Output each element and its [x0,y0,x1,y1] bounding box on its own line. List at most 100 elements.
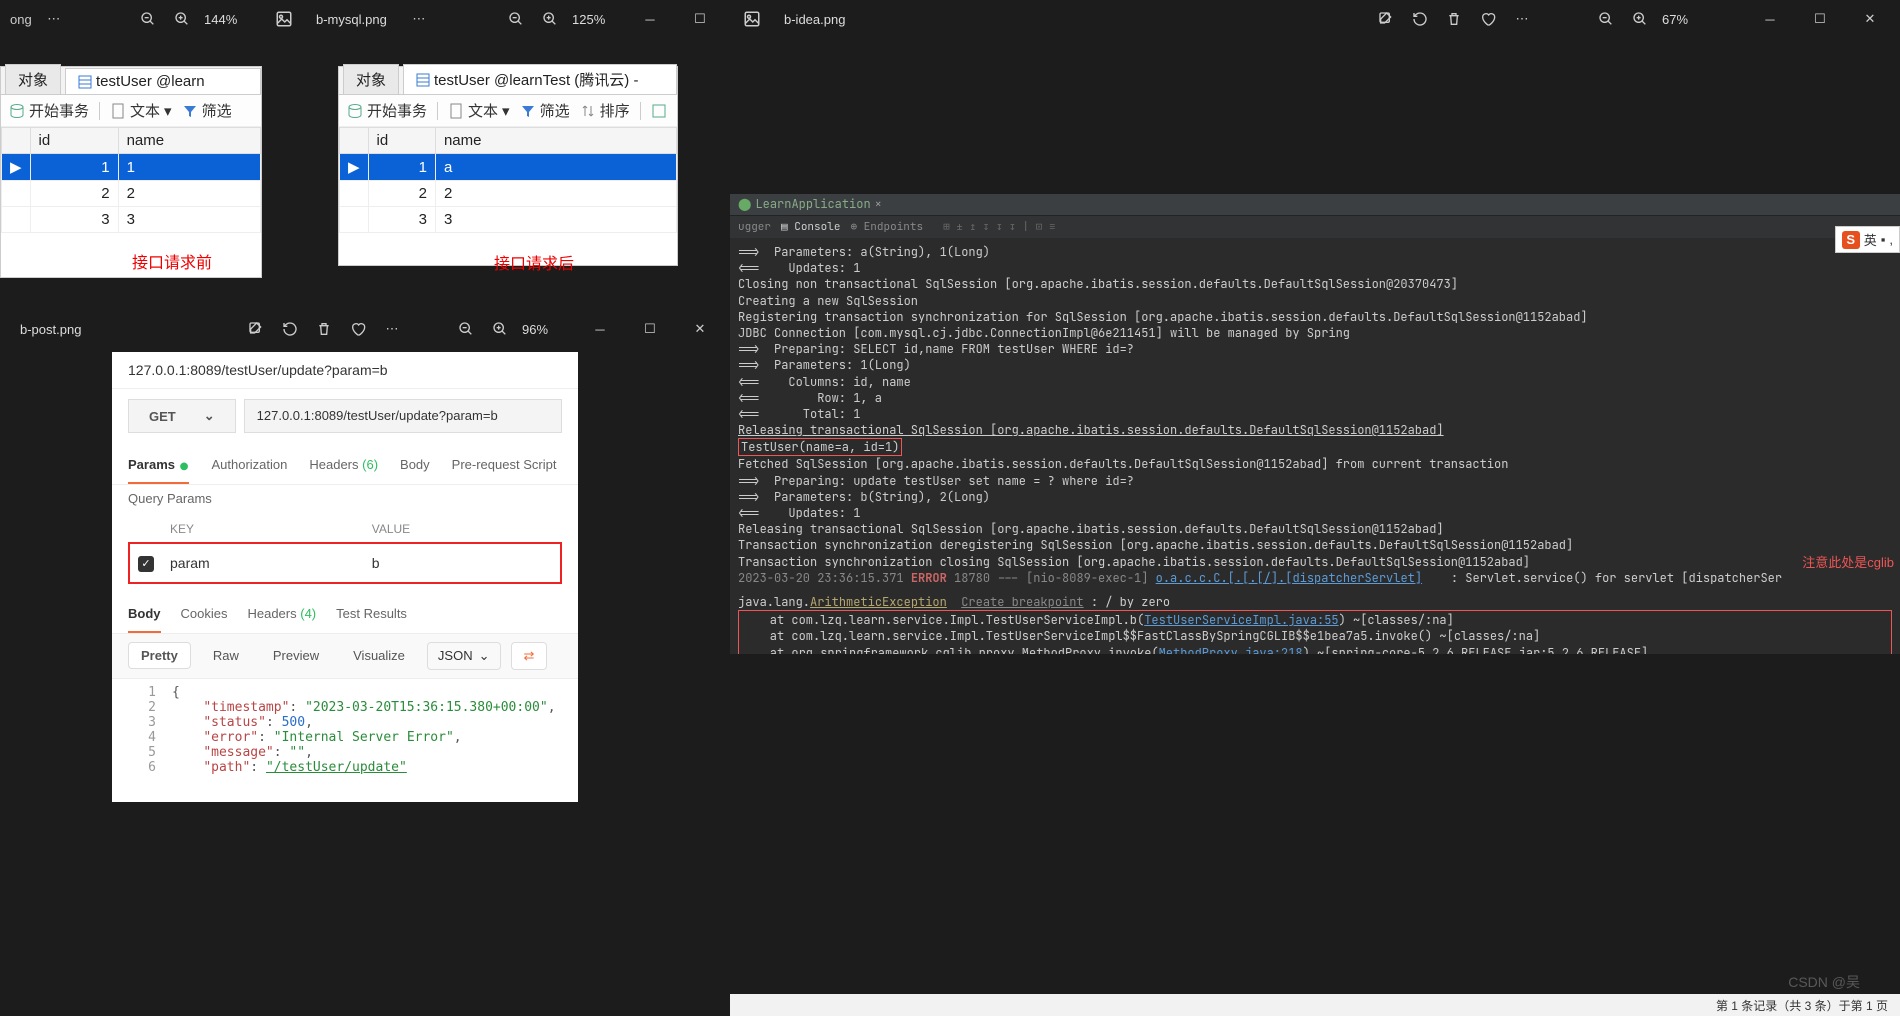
zoom-value: 125% [572,12,620,27]
checkbox-icon[interactable]: ✓ [138,556,154,572]
minimize-button[interactable]: ─ [630,4,670,34]
zoom-out-icon[interactable] [136,7,160,31]
filter-button[interactable]: 筛选 [182,100,232,121]
more-icon[interactable]: ⋯ [1510,7,1534,31]
run-config-tab[interactable]: ⬤ LearnApplication × [738,196,882,212]
view-preview[interactable]: Preview [261,643,331,668]
resp-headers-tab[interactable]: Headers (4) [247,600,316,633]
resp-tests-tab[interactable]: Test Results [336,600,407,633]
resp-cookies-tab[interactable]: Cookies [181,600,228,633]
filter-icon [520,103,536,119]
more-icon[interactable]: ⋯ [42,7,66,31]
wrap-button[interactable]: ⇄ [511,642,548,670]
url-input[interactable]: 127.0.0.1:8089/testUser/update?param=b [244,399,562,433]
zoom-out-icon[interactable] [454,317,478,341]
file-icon [448,103,464,119]
param-value[interactable]: b [364,543,561,583]
filter-button[interactable]: 筛选 [520,100,570,121]
ime-indicator[interactable]: S 英 ▪, [1835,226,1900,253]
col-name[interactable]: name [435,128,676,154]
zoom-in-icon[interactable] [1628,7,1652,31]
tab-object[interactable]: 对象 [5,64,61,94]
tab-table[interactable]: testUser @learnTest (腾讯云) - [403,64,677,94]
param-key[interactable]: param [162,543,364,583]
tab-prerequest[interactable]: Pre-request Script [452,451,557,484]
zoom-in-icon[interactable] [488,317,512,341]
sort-button[interactable]: 排序 [580,100,630,121]
annotation-before: 接口请求前 [132,249,212,273]
console-tab[interactable]: ▤ Console [781,220,840,235]
more-icon[interactable]: ⋯ [407,7,431,31]
data-grid[interactable]: idname ▶1a 22 33 [339,127,677,233]
console-output[interactable]: ==> Parameters: a(String), 1(Long)<== Up… [730,238,1900,654]
json-response[interactable]: 1{ 2 "timestamp": "2023-03-20T15:36:15.3… [112,679,578,781]
table-row[interactable]: 22 [340,181,677,207]
zoom-value: 67% [1662,12,1710,27]
data-grid[interactable]: idname ▶11 22 33 [1,127,261,233]
table-icon [78,75,92,89]
image-icon [272,7,296,31]
table-row[interactable]: ▶11 [2,154,261,181]
col-id[interactable]: id [368,128,435,154]
edit-icon[interactable] [244,317,268,341]
close-button[interactable]: ✕ [1850,4,1890,34]
resp-body-tab[interactable]: Body [128,600,161,633]
text-button[interactable]: 文本 ▾ [110,100,172,121]
col-id[interactable]: id [30,128,118,154]
debugger-tab[interactable]: ugger [738,220,771,235]
tab-table[interactable]: testUser @learn [65,68,261,94]
minimize-button[interactable]: ─ [1750,4,1790,34]
view-visualize[interactable]: Visualize [341,643,417,668]
tab-body[interactable]: Body [400,451,430,484]
rotate-icon[interactable] [1408,7,1432,31]
zoom-out-icon[interactable] [1594,7,1618,31]
edit-icon[interactable] [1374,7,1398,31]
zoom-out-icon[interactable] [504,7,528,31]
heart-icon[interactable] [1476,7,1500,31]
tab-authorization[interactable]: Authorization [211,451,287,484]
annotation-after: 接口请求后 [494,250,574,274]
table-row[interactable]: ▶1a [340,154,677,181]
query-params-label: Query Params [112,485,578,512]
more-icon[interactable]: ⋯ [380,317,404,341]
import-button[interactable] [651,103,667,119]
rotate-icon[interactable] [278,317,302,341]
trash-icon[interactable] [312,317,336,341]
status-bar: 第 1 条记录（共 3 条）于第 1 页 [730,994,1900,1016]
endpoints-tab[interactable]: ⊕ Endpoints [850,220,923,235]
image-icon [740,7,764,31]
close-button[interactable]: ✕ [680,314,720,344]
text-button[interactable]: 文本 ▾ [448,100,510,121]
db-icon [9,103,25,119]
col-name[interactable]: name [118,128,260,154]
navicat-after: 对象 testUser @learnTest (腾讯云) - 开始事务 文本 ▾… [338,66,678,266]
view-raw[interactable]: Raw [201,643,251,668]
table-row[interactable]: 33 [2,207,261,233]
table-row[interactable]: 33 [340,207,677,233]
filename-suffix: ong [10,12,32,27]
view-pretty[interactable]: Pretty [128,642,191,669]
param-row[interactable]: ✓ param b [129,543,561,583]
maximize-button[interactable]: ☐ [1800,4,1840,34]
request-tab[interactable]: 127.0.0.1:8089/testUser/update?param=b [112,352,578,389]
format-selector[interactable]: JSON ⌄ [427,642,501,670]
filter-icon [182,103,198,119]
begin-transaction-button[interactable]: 开始事务 [9,100,89,121]
trash-icon[interactable] [1442,7,1466,31]
tab-object[interactable]: 对象 [343,64,399,94]
zoom-in-icon[interactable] [538,7,562,31]
table-row[interactable]: 22 [2,181,261,207]
tab-headers[interactable]: Headers (6) [309,451,378,484]
sort-icon [580,103,596,119]
tab-params[interactable]: Params ● [128,451,189,484]
filename: b-idea.png [784,12,845,27]
chevron-down-icon: ⌄ [204,408,215,424]
minimize-button[interactable]: ─ [580,314,620,344]
maximize-button[interactable]: ☐ [680,4,720,34]
heart-icon[interactable] [346,317,370,341]
method-selector[interactable]: GET⌄ [128,399,236,433]
maximize-button[interactable]: ☐ [630,314,670,344]
zoom-in-icon[interactable] [170,7,194,31]
col-key: KEY [162,516,364,543]
begin-transaction-button[interactable]: 开始事务 [347,100,427,121]
